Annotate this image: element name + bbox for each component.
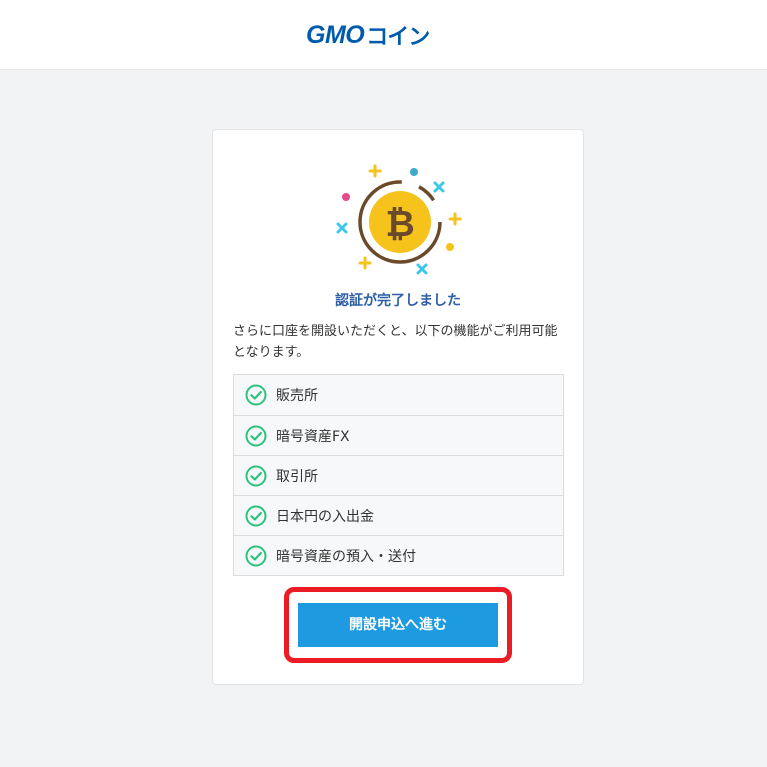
completion-description: さらに口座を開設いただくと、以下の機能がご利用可能となります。 [233,324,558,360]
feature-label: 暗号資産FX [276,428,350,445]
open-account-button[interactable]: 開設申込へ進む [298,603,498,647]
feature-item: 取引所 [234,455,563,495]
logo-latin: GMO [306,20,365,49]
feature-label: 暗号資産の預入・送付 [276,548,416,565]
check-circle-icon [245,425,267,446]
svg-text:₿: ₿ [385,204,414,245]
feature-item: 販売所 [234,375,563,415]
feature-label: 販売所 [276,388,318,404]
check-circle-icon [245,545,267,566]
feature-label: 取引所 [276,468,318,485]
feature-item: 日本円の入出金 [234,495,563,535]
feature-list: 販売所 暗号資産FX 取引所 日本円の入出金 暗号資産の預入・送付 [233,374,564,576]
feature-label: 日本円の入出金 [276,508,374,525]
logo-kana: コイン [366,25,430,50]
gmo-coin-logo[interactable]: GMO コイン [306,20,430,51]
feature-item: 暗号資産FX [234,415,563,455]
site-header: GMO コイン [0,0,767,70]
feature-item: 暗号資産の預入・送付 [234,535,563,575]
completion-title: 認証が完了しました [335,293,461,309]
check-circle-icon [245,465,267,486]
check-circle-icon [245,505,267,526]
check-circle-icon [245,384,267,406]
bitcoin-coin-icon: ₿ [336,164,462,275]
